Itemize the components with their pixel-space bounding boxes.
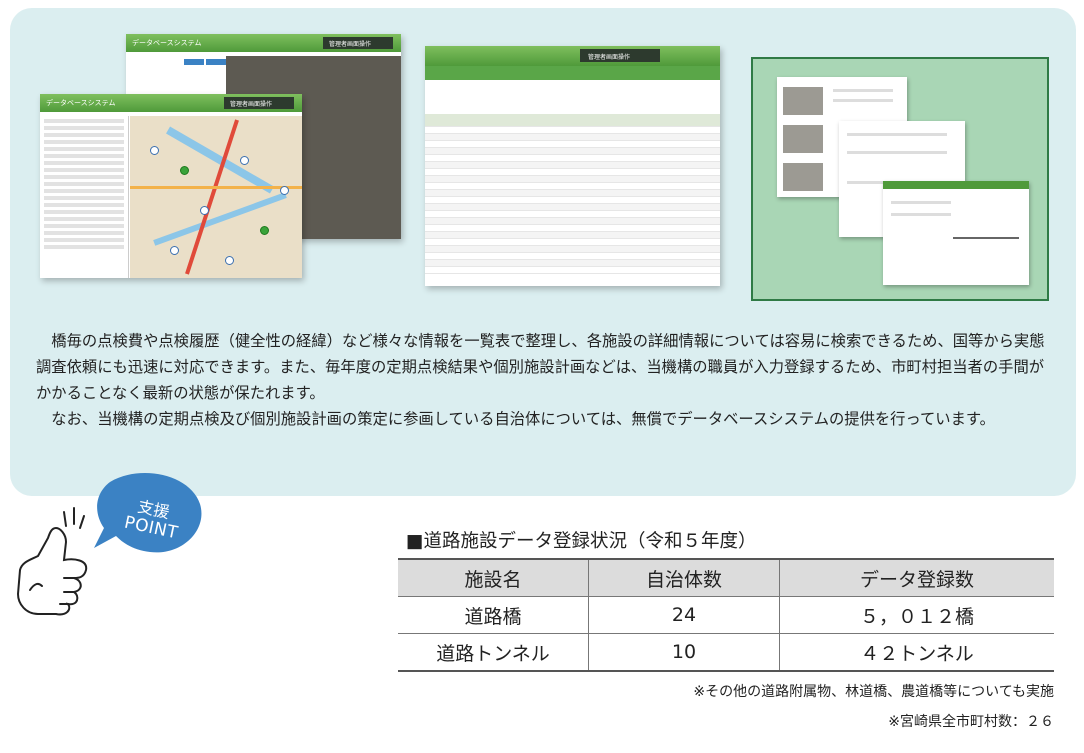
footnote-other-facilities: ※その他の道路附属物、林道橋、農道橋等についても実施 (693, 684, 1054, 700)
table-header-row: 施設名 自治体数 データ登録数 (398, 558, 1054, 597)
table-row: 道路トンネル 10 ４２トンネル (398, 633, 1054, 672)
admin-button-front-label: 管理者画面操作 (230, 101, 273, 108)
list-screenshot: 管理者画面操作 (425, 46, 720, 286)
detail-callout (751, 57, 1049, 301)
header-registered-count: データ登録数 (779, 558, 1054, 597)
footnote-municipality-total: ※宮崎県全市町村数：２６ (888, 714, 1054, 730)
list-admin-button: 管理者画面操作 (580, 49, 660, 62)
cell-registered-count: ５，０１２橋 (779, 596, 1054, 634)
description-text: 橋毎の点検費や点検履歴（健全性の経緯）など様々な情報を一覧表で整理し、各施設の詳… (36, 328, 1046, 432)
admin-button: 管理者画面操作 (323, 37, 393, 49)
cell-municipality-count: 24 (588, 596, 780, 634)
admin-button-front: 管理者画面操作 (224, 97, 294, 109)
description-paragraph-2: なお、当機構の定期点検及び個別施設計画の策定に参画している自治体については、無償… (36, 410, 995, 428)
cell-facility-name: 道路トンネル (398, 633, 589, 672)
road-facility-table: 施設名 自治体数 データ登録数 道路橋 24 ５，０１２橋 道路トンネル 10 … (398, 558, 1054, 672)
cell-facility-name: 道路橋 (398, 596, 589, 634)
facility-table (425, 114, 720, 274)
list-admin-button-label: 管理者画面操作 (588, 54, 631, 61)
detail-screen-3 (883, 181, 1029, 285)
cell-municipality-count: 10 (588, 633, 780, 672)
list-header-bar (425, 46, 720, 66)
cell-registered-count: ４２トンネル (779, 633, 1054, 672)
description-paragraph-1: 橋毎の点検費や点検履歴（健全性の経緯）など様々な情報を一覧表で整理し、各施設の詳… (36, 332, 1045, 402)
search-button-2 (206, 59, 226, 65)
facility-list (40, 116, 129, 278)
header-municipality-count: 自治体数 (588, 558, 780, 597)
table-row: 道路橋 24 ５，０１２橋 (398, 596, 1054, 634)
admin-button-label: 管理者画面操作 (329, 41, 372, 48)
search-button (184, 59, 204, 65)
header-facility-name: 施設名 (398, 558, 589, 597)
list-toolbar (425, 66, 720, 80)
map-screenshot-front: データベースシステム 管理者画面操作 (40, 94, 302, 278)
app-title-front: データベースシステム (46, 99, 116, 107)
app-title: データベースシステム (132, 39, 202, 47)
table-title: ■道路施設データ登録状況（令和５年度） (406, 531, 757, 552)
street-map (130, 116, 302, 278)
